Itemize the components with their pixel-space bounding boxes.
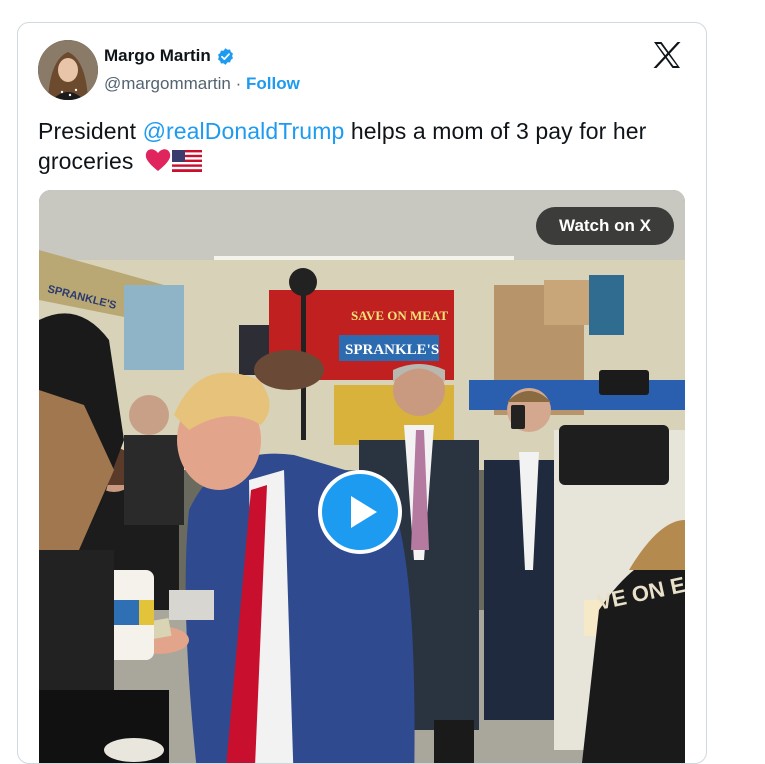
mention-link[interactable]: @realDonaldTrump (143, 118, 345, 144)
author-name-row[interactable]: Margo Martin (104, 46, 235, 66)
red-heart-icon (144, 147, 172, 180)
text-prefix: President (38, 118, 143, 144)
video-player[interactable]: SPRANKLE'S SAVE ON MEAT SPRANKLE'S VE ON… (39, 190, 685, 763)
x-logo-icon[interactable] (652, 41, 682, 69)
tweet-text: President @realDonaldTrump helps a mom o… (38, 116, 678, 180)
display-name[interactable]: Margo Martin (104, 46, 211, 66)
play-button[interactable] (318, 470, 402, 554)
play-icon (351, 496, 377, 528)
watch-on-x-button[interactable]: Watch on X (536, 207, 674, 245)
store-sign-main: SPRANKLE'S (345, 342, 439, 358)
verified-badge-icon (216, 47, 235, 66)
tweet-card[interactable]: Margo Martin @margommartin · Follow Pres… (17, 22, 707, 764)
author-handle[interactable]: @margommartin (104, 74, 231, 93)
handle-row: @margommartin · Follow (104, 74, 300, 94)
follow-button[interactable]: Follow (246, 74, 300, 93)
separator: · (235, 74, 242, 93)
promo-sign: SAVE ON MEAT (351, 308, 448, 323)
us-flag-icon (172, 149, 202, 179)
avatar[interactable] (38, 40, 98, 100)
